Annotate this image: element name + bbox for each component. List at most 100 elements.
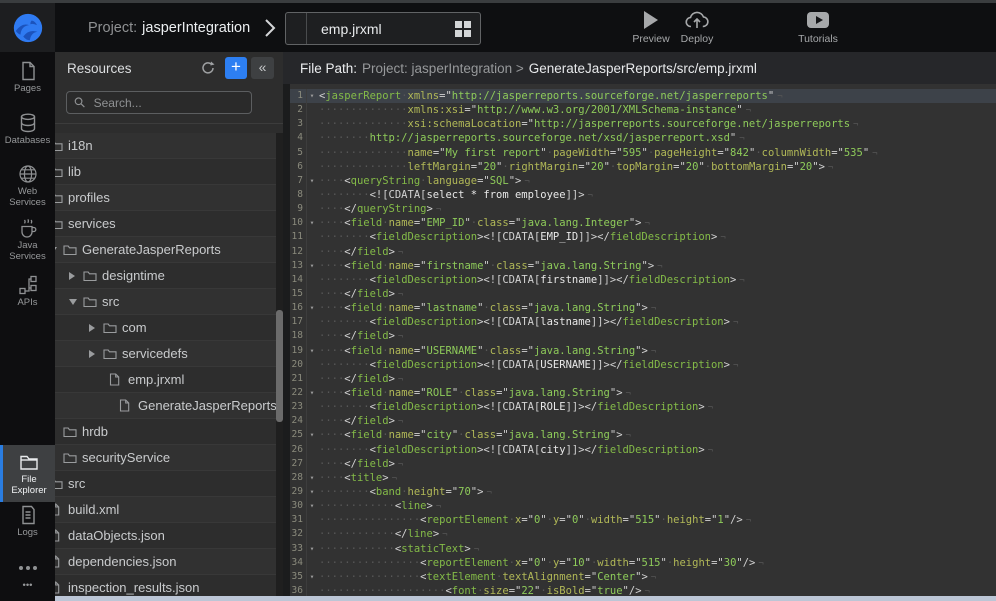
fold-toggle-icon[interactable]: ▾ [307, 216, 317, 230]
tree-scrollbar-thumb[interactable] [276, 310, 283, 422]
code-line-25[interactable]: 25 ▾ ····<field·name="city"·class="java.… [290, 428, 996, 442]
code-line-20[interactable]: 20 ········<fieldDescription><![CDATA[US… [290, 358, 996, 372]
expand-expand-arrow-icon[interactable] [69, 272, 83, 280]
tree-item-emp-jrxml[interactable]: emp.jrxml [55, 367, 283, 393]
tree-item-dataobjects-json[interactable]: dataObjects.json [55, 523, 283, 549]
app-logo[interactable] [0, 3, 55, 52]
tutorials-button[interactable]: Tutorials [794, 9, 842, 45]
code-line-8[interactable]: 8 ········<![CDATA[select * from employe… [290, 188, 996, 202]
sidebar-item-java-services[interactable]: Java Services [0, 217, 55, 262]
code-line-34[interactable]: 34 ················<reportElement·x="0"·… [290, 556, 996, 570]
apis-label: APIs [0, 298, 55, 309]
sidebar-item-logs[interactable]: Logs [0, 504, 55, 539]
code-line-6[interactable]: 6 ··············leftMargin="20"·rightMar… [290, 160, 996, 174]
dashboard-grid-icon[interactable] [455, 21, 471, 37]
code-line-3[interactable]: 3 ··············xsi:schemaLocation="http… [290, 117, 996, 131]
sidebar-item-apis[interactable]: APIs [0, 274, 55, 309]
code-line-29[interactable]: 29 ▾ ········<band·height="70">¬ [290, 485, 996, 499]
fold-toggle-icon[interactable]: ▾ [307, 301, 317, 315]
sidebar-item-more[interactable]: ••• [0, 557, 55, 592]
tree-item-services[interactable]: services [55, 211, 283, 237]
code-line-14[interactable]: 14 ········<fieldDescription><![CDATA[fi… [290, 273, 996, 287]
tree-item-i18n[interactable]: i18n [55, 133, 283, 159]
horizontal-scrollbar[interactable] [55, 596, 996, 601]
tree-item-com[interactable]: com [55, 315, 283, 341]
code-line-5[interactable]: 5 ··············name="My first report"·p… [290, 146, 996, 160]
open-file-tab[interactable]: emp.jrxml [285, 12, 481, 45]
fold-toggle-icon[interactable]: ▾ [307, 570, 317, 584]
tree-item-generatejasperreports[interactable]: GenerateJasperReports [55, 237, 283, 263]
tree-item-dependencies-json[interactable]: dependencies.json [55, 549, 283, 575]
fold-toggle-icon[interactable]: ▾ [307, 89, 317, 103]
tree-item-securityservice[interactable]: securityService [55, 445, 283, 471]
code-line-24[interactable]: 24 ····</field>¬ [290, 414, 996, 428]
code-line-22[interactable]: 22 ▾ ····<field·name="ROLE"·class="java.… [290, 386, 996, 400]
code-text: ········<band·height="70">¬ [317, 485, 492, 499]
code-line-27[interactable]: 27 ····</field>¬ [290, 457, 996, 471]
expand-expand-arrow-icon[interactable] [55, 454, 63, 462]
search-input[interactable] [92, 95, 244, 111]
code-line-35[interactable]: 35 ▾ ················<textElement·textAl… [290, 570, 996, 584]
code-line-28[interactable]: 28 ▾ ····<title>¬ [290, 471, 996, 485]
code-line-4[interactable]: 4 ········http://jasperreports.sourcefor… [290, 131, 996, 145]
code-line-30[interactable]: 30 ▾ ············<line>¬ [290, 499, 996, 513]
fold-gutter [307, 358, 317, 372]
fold-toggle-icon[interactable]: ▾ [307, 499, 317, 513]
preview-button[interactable]: Preview [627, 9, 675, 45]
code-line-11[interactable]: 11 ········<fieldDescription><![CDATA[EM… [290, 230, 996, 244]
tree-item-build-xml[interactable]: build.xml [55, 497, 283, 523]
code-text: ····<field·name="firstname"·class="java.… [317, 259, 663, 273]
code-line-32[interactable]: 32 ············</line>¬ [290, 527, 996, 541]
code-line-17[interactable]: 17 ········<fieldDescription><![CDATA[la… [290, 315, 996, 329]
tree-item-profiles[interactable]: profiles [55, 185, 283, 211]
code-line-33[interactable]: 33 ▾ ············<staticText>¬ [290, 542, 996, 556]
expand-expand-arrow-icon[interactable] [55, 428, 63, 436]
fold-toggle-icon[interactable]: ▾ [307, 344, 317, 358]
sidebar-item-pages[interactable]: Pages [0, 60, 55, 95]
code-line-9[interactable]: 9 ····</queryString>¬ [290, 202, 996, 216]
tree-item-generatejasperreports-s[interactable]: GenerateJasperReports.s [55, 393, 283, 419]
deploy-button[interactable]: Deploy [673, 9, 721, 45]
folder-icon [103, 348, 122, 360]
fold-toggle-icon[interactable]: ▾ [307, 259, 317, 273]
expand-expand-arrow-icon[interactable] [89, 350, 103, 358]
code-line-23[interactable]: 23 ········<fieldDescription><![CDATA[RO… [290, 400, 996, 414]
code-line-2[interactable]: 2 ··············xmlns:xsi="http://www.w3… [290, 103, 996, 117]
code-line-1[interactable]: 1 ▾ <jasperReport·xmlns="http://jasperre… [290, 89, 996, 103]
code-line-31[interactable]: 31 ················<reportElement·x="0"·… [290, 513, 996, 527]
fold-toggle-icon[interactable]: ▾ [307, 471, 317, 485]
sidebar-item-web-services[interactable]: Web Services [0, 163, 55, 208]
tree-item-hrdb[interactable]: hrdb [55, 419, 283, 445]
fold-toggle-icon[interactable]: ▾ [307, 542, 317, 556]
fold-toggle-icon[interactable]: ▾ [307, 485, 317, 499]
code-line-21[interactable]: 21 ····</field>¬ [290, 372, 996, 386]
code-line-26[interactable]: 26 ········<fieldDescription><![CDATA[ci… [290, 443, 996, 457]
code-line-12[interactable]: 12 ····</field>¬ [290, 245, 996, 259]
expand-collapse-arrow-icon[interactable] [55, 247, 63, 253]
code-line-19[interactable]: 19 ▾ ····<field·name="USERNAME"·class="j… [290, 344, 996, 358]
collapse-panel-button[interactable]: « [251, 57, 274, 79]
fold-toggle-icon[interactable]: ▾ [307, 386, 317, 400]
refresh-icon [200, 60, 216, 76]
code-line-15[interactable]: 15 ····</field>¬ [290, 287, 996, 301]
search-box[interactable] [66, 91, 252, 114]
fold-toggle-icon[interactable]: ▾ [307, 174, 317, 188]
code-line-16[interactable]: 16 ▾ ····<field·name="lastname"·class="j… [290, 301, 996, 315]
tree-item-servicedefs[interactable]: servicedefs [55, 341, 283, 367]
tree-item-src[interactable]: src [55, 471, 283, 497]
expand-expand-arrow-icon[interactable] [89, 324, 103, 332]
refresh-button[interactable] [198, 58, 218, 78]
sidebar-item-databases[interactable]: Databases [0, 112, 55, 147]
code-editor[interactable]: 1 ▾ <jasperReport·xmlns="http://jasperre… [290, 84, 996, 601]
tree-item-designtime[interactable]: designtime [55, 263, 283, 289]
add-resource-button[interactable]: + [225, 57, 247, 79]
code-line-7[interactable]: 7 ▾ ····<queryString·language="SQL">¬ [290, 174, 996, 188]
expand-collapse-arrow-icon[interactable] [69, 299, 83, 305]
code-line-18[interactable]: 18 ····</field>¬ [290, 329, 996, 343]
tree-item-src[interactable]: src [55, 289, 283, 315]
code-line-13[interactable]: 13 ▾ ····<field·name="firstname"·class="… [290, 259, 996, 273]
code-line-10[interactable]: 10 ▾ ····<field·name="EMP_ID"·class="jav… [290, 216, 996, 230]
fold-toggle-icon[interactable]: ▾ [307, 428, 317, 442]
sidebar-item-file-explorer[interactable]: File Explorer [0, 445, 55, 502]
tree-item-lib[interactable]: lib [55, 159, 283, 185]
